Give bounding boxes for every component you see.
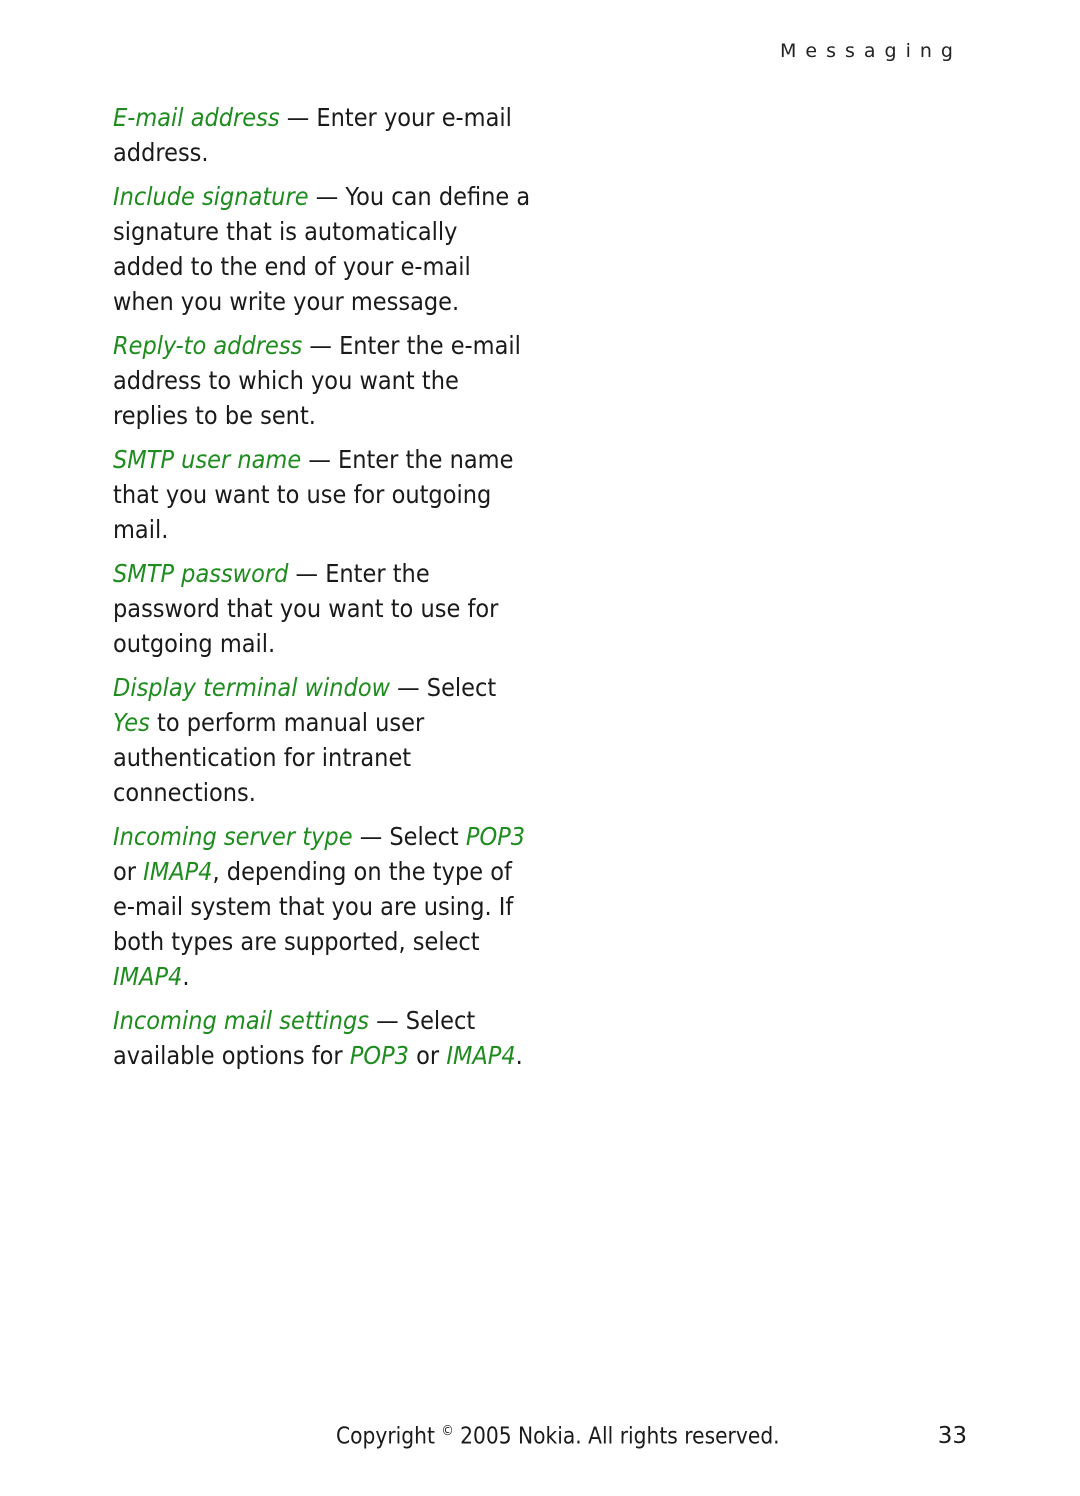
option-value: IMAP4	[113, 962, 183, 991]
setting-description: Reply-to address — Enter the e-mail addr…	[113, 328, 533, 433]
copyright-label: Copyright	[336, 1423, 435, 1450]
description-text: .	[182, 962, 190, 991]
running-header: Messaging	[780, 40, 962, 62]
setting-description: Display terminal window — Select Yes to …	[113, 670, 533, 810]
setting-description: Incoming mail settings — Select availabl…	[113, 1003, 533, 1073]
setting-name: E-mail address	[113, 103, 280, 132]
setting-name: Incoming server type	[113, 822, 353, 851]
copyright-text: 2005 Nokia. All rights reserved.	[460, 1423, 780, 1450]
page-number: 33	[937, 1423, 967, 1449]
setting-description: E-mail address — Enter your e-mail addre…	[113, 100, 533, 170]
description-text: or	[409, 1041, 447, 1070]
description-text: .	[515, 1041, 523, 1070]
settings-description-list: E-mail address — Enter your e-mail addre…	[113, 100, 533, 1082]
setting-name: Incoming mail settings	[113, 1006, 369, 1035]
setting-name: Include signature	[113, 182, 309, 211]
setting-name: Display terminal window	[113, 673, 390, 702]
option-value: POP3	[465, 822, 526, 851]
description-text: — Select	[352, 822, 466, 851]
setting-description: SMTP password — Enter the password that …	[113, 556, 533, 661]
setting-name: Reply-to address	[113, 331, 303, 360]
copyright-symbol: ©	[441, 1423, 454, 1439]
setting-name: SMTP password	[113, 559, 289, 588]
option-value: POP3	[349, 1041, 410, 1070]
setting-description: Incoming server type — Select POP3 or IM…	[113, 819, 533, 994]
description-text: — Select	[389, 673, 497, 702]
option-value: IMAP4	[446, 1041, 516, 1070]
copyright-notice: Copyright © 2005 Nokia. All rights reser…	[336, 1423, 780, 1450]
option-value: IMAP4	[143, 857, 213, 886]
setting-description: Include signature — You can define a sig…	[113, 179, 533, 319]
setting-description: SMTP user name — Enter the name that you…	[113, 442, 533, 547]
description-text: or	[113, 857, 144, 886]
description-text: to perform manual user authentication fo…	[113, 708, 425, 807]
setting-name: SMTP user name	[113, 445, 302, 474]
option-value: Yes	[113, 708, 150, 737]
